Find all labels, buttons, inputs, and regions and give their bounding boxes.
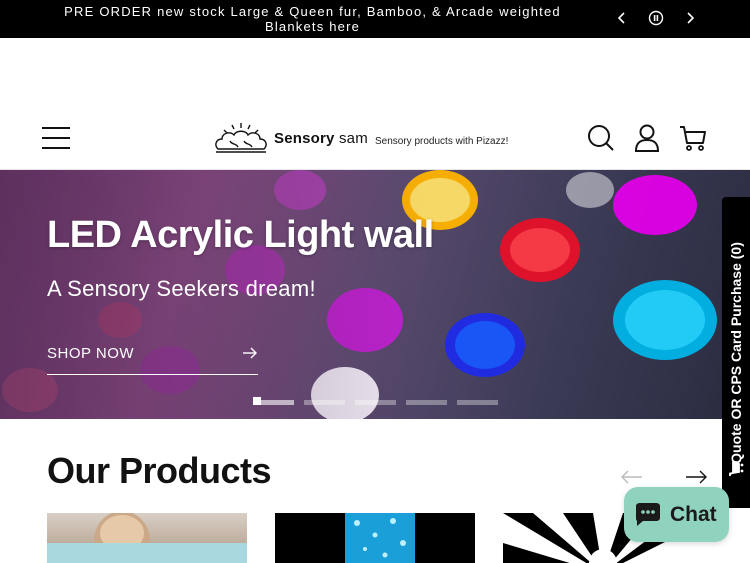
product-card-1[interactable] (47, 513, 247, 563)
slide-dot-2[interactable] (304, 400, 345, 405)
slide-dot-1[interactable] (253, 400, 294, 405)
chevron-right-icon[interactable] (680, 8, 700, 28)
logo-text-light: sam (334, 129, 368, 147)
search-icon[interactable] (586, 122, 616, 154)
shop-now-label: SHOP NOW (47, 345, 135, 362)
chat-bubble-icon (636, 502, 660, 526)
hero-title: LED Acrylic Light wall (47, 214, 434, 256)
products-heading: Our Products (47, 450, 272, 491)
announcement-bar: PRE ORDER new stock Large & Queen fur, B… (0, 0, 750, 38)
account-icon[interactable] (632, 122, 662, 154)
slide-dot-3[interactable] (355, 400, 396, 405)
quote-side-tab-label: Quote OR CPS Card Purchase (0) (728, 241, 744, 464)
announcement-text[interactable]: PRE ORDER new stock Large & Queen fur, B… (40, 4, 585, 34)
slide-dots (253, 400, 498, 405)
site-header: Sensory sam Sensory products with Pizazz… (0, 106, 750, 170)
logo-text-bold: Sensory (274, 129, 335, 147)
chat-button[interactable]: Chat (624, 487, 729, 542)
cart-small-icon (728, 461, 744, 482)
product-image-2 (345, 513, 415, 563)
cart-icon[interactable] (678, 122, 708, 154)
arrow-right-icon (242, 345, 258, 366)
hero-subtitle: A Sensory Seekers dream! (47, 276, 316, 301)
announcement-controls (612, 8, 700, 28)
shop-now-button[interactable]: SHOP NOW (47, 340, 258, 375)
pause-circle-icon[interactable] (646, 8, 666, 28)
slide-dot-5[interactable] (457, 400, 498, 405)
logo-text: Sensory sam (274, 130, 368, 147)
header-icons (586, 122, 708, 154)
brain-logo-icon (215, 123, 267, 153)
quote-side-tab[interactable]: Quote OR CPS Card Purchase (0) (722, 197, 750, 508)
hero-banner: LED Acrylic Light wall A Sensory Seekers… (0, 170, 750, 419)
menu-icon[interactable] (40, 124, 72, 152)
product-image-1 (47, 513, 247, 563)
product-card-2[interactable] (275, 513, 475, 563)
tagline: Sensory products with Pizazz! (375, 136, 509, 147)
chat-label: Chat (670, 502, 717, 526)
chevron-left-icon[interactable] (612, 8, 632, 28)
slide-dot-4[interactable] (406, 400, 447, 405)
site-logo[interactable]: Sensory sam (212, 120, 368, 156)
